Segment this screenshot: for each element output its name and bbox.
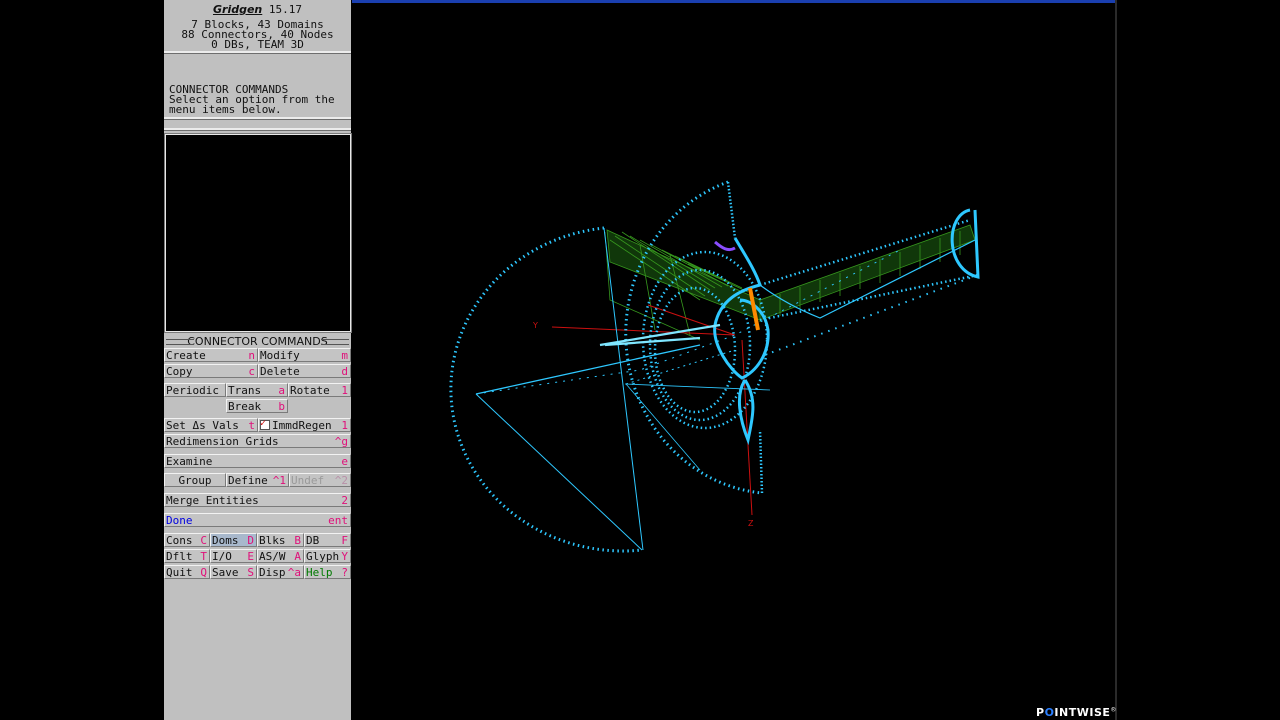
break-button[interactable]: Break b (226, 399, 288, 413)
delete-button[interactable]: Delete d (258, 364, 351, 378)
set-spacing-values-button[interactable]: Set Δs Vals t (164, 418, 258, 432)
stats-line-3: 0 DBs, TEAM 3D (211, 38, 304, 51)
axis-y-label: Y (532, 321, 538, 330)
define-button[interactable]: Define ^1 (226, 473, 289, 487)
divider (164, 51, 351, 54)
periodic-button[interactable]: Periodic (164, 383, 226, 397)
glyph-button[interactable]: Glyph Y (304, 549, 351, 563)
cons-button[interactable]: Cons C (164, 533, 210, 547)
disp-button[interactable]: Disp ^a (257, 565, 304, 579)
io-button[interactable]: I/O E (210, 549, 257, 563)
immdregen-toggle[interactable]: ImmdRegen1 (258, 418, 351, 432)
help-button[interactable]: Help? (304, 565, 351, 579)
app-title: Gridgen (212, 3, 263, 16)
examine-button[interactable]: Examine e (164, 454, 351, 468)
divider (164, 128, 351, 131)
doms-button[interactable]: Doms D (210, 533, 257, 547)
trans-button[interactable]: Trans a (226, 383, 288, 397)
app-version: 15.17 (268, 3, 302, 16)
connector-lines (449, 180, 980, 553)
dflt-button[interactable]: Dflt T (164, 549, 210, 563)
asw-button[interactable]: AS/W A (257, 549, 304, 563)
checkbox-icon[interactable] (260, 419, 270, 431)
group-button[interactable]: Group (164, 473, 226, 487)
copy-button[interactable]: Copy c (164, 364, 258, 378)
divider (164, 117, 351, 120)
rotate-button[interactable]: Rotate 1 (288, 383, 351, 397)
menu-title: CONNECTOR COMMANDS (164, 336, 351, 347)
pointwise-logo: POINTWISE® (1036, 706, 1117, 719)
message-line-2: menu items below. (169, 103, 282, 116)
quit-button[interactable]: Quit Q (164, 565, 210, 579)
redimension-grids-button[interactable]: Redimension Grids ^g (164, 434, 351, 448)
undef-button[interactable]: Undef ^2 (289, 473, 351, 487)
blks-button[interactable]: Blks B (257, 533, 304, 547)
command-panel: Gridgen 15.17 7 Blocks, 43 Domains 88 Co… (164, 0, 352, 720)
modify-button[interactable]: Modify m (258, 348, 351, 362)
merge-entities-button[interactable]: Merge Entities 2 (164, 493, 351, 507)
db-button[interactable]: DB F (304, 533, 351, 547)
domain-mesh (604, 224, 976, 341)
title-line: Gridgen 15.17 (164, 3, 351, 16)
axis-z-label: Z (748, 519, 754, 528)
done-button[interactable]: Done ent (164, 513, 351, 527)
graphics-viewport[interactable]: Y Z (352, 0, 1116, 720)
save-button[interactable]: Save S (210, 565, 257, 579)
preview-window (164, 133, 352, 333)
create-button[interactable]: Create n (164, 348, 258, 362)
